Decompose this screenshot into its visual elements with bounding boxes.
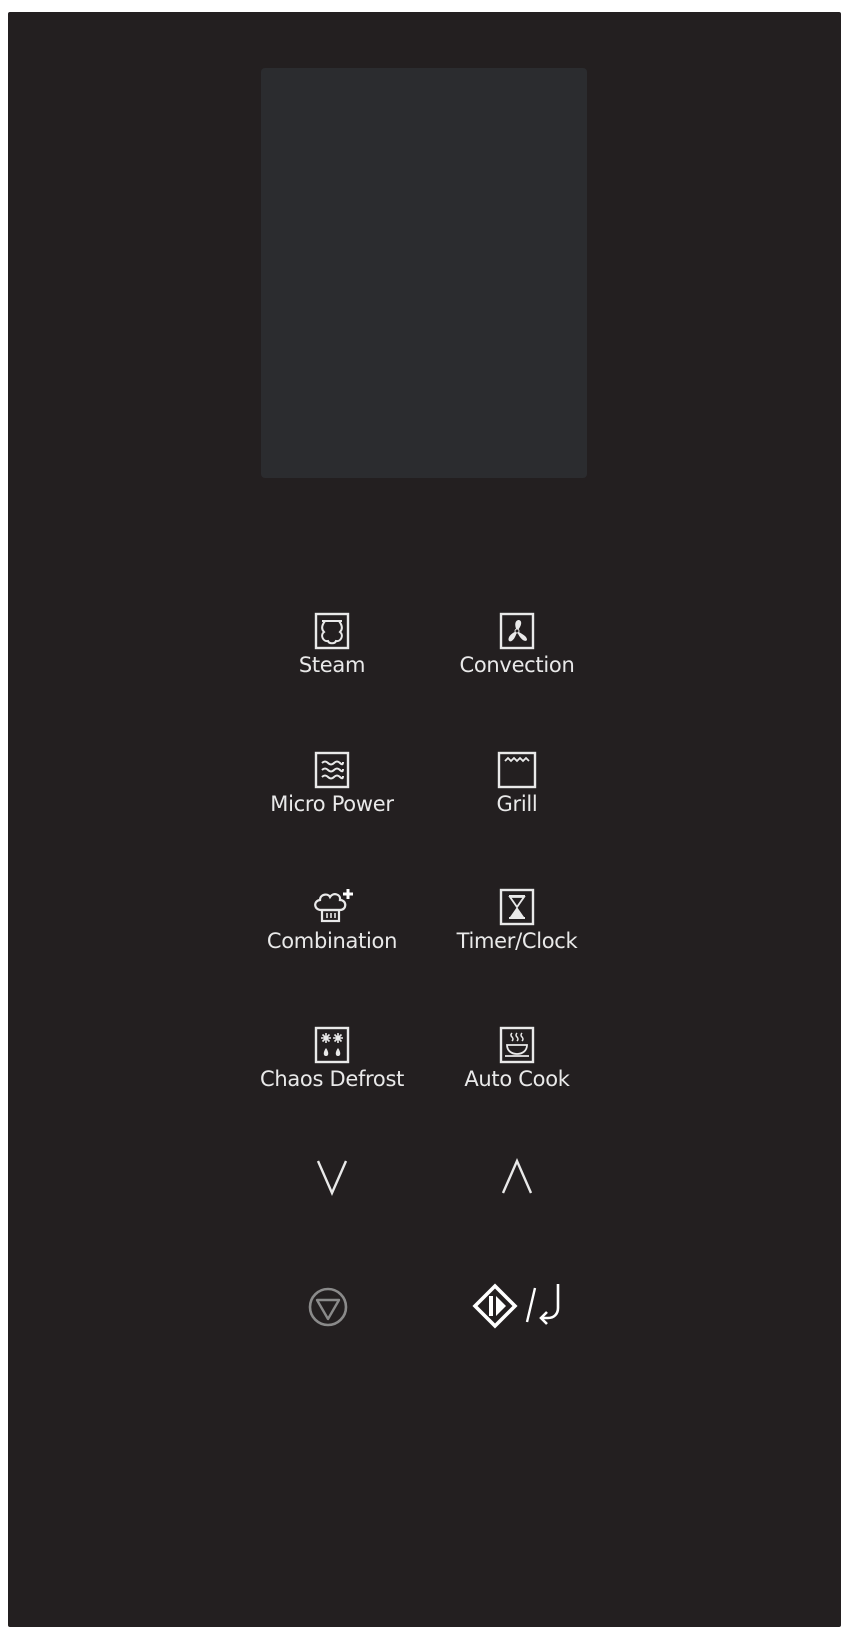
micro-power-label: Micro Power [270,792,394,816]
chaos-defrost-button[interactable]: Chaos Defrost [237,1019,427,1119]
convection-button[interactable]: Convection [422,605,612,705]
control-panel: Steam Convection Micro Power Grill Combi… [8,12,841,1627]
snowflake-drops-icon [314,1026,350,1064]
steam-button[interactable]: Steam [237,605,427,705]
dish-steam-icon [499,1026,535,1064]
steam-icon [314,612,350,650]
auto-cook-button[interactable]: Auto Cook [422,1019,612,1119]
steam-label: Steam [298,653,366,677]
grill-button[interactable]: Grill [422,744,612,844]
hourglass-icon [499,888,535,926]
display-screen [261,68,587,478]
grill-icon [497,751,537,789]
up-button[interactable] [477,1147,557,1207]
micro-power-button[interactable]: Micro Power [237,744,427,844]
chef-hat-plus-icon [314,889,353,923]
convection-label: Convection [459,653,575,677]
down-button[interactable] [292,1147,372,1207]
grill-label: Grill [496,792,538,816]
start-enter-icon [472,1283,560,1329]
auto-cook-label: Auto Cook [464,1067,570,1091]
chevron-up-icon [501,1158,533,1194]
chaos-defrost-label: Chaos Defrost [259,1067,405,1091]
fan-icon [499,612,535,650]
timer-clock-label: Timer/Clock [456,929,578,953]
microwave-waves-icon [314,751,350,789]
timer-clock-button[interactable]: Timer/Clock [422,881,612,981]
chevron-down-icon [316,1160,348,1196]
stop-cancel-icon [308,1287,348,1327]
start-enter-button[interactable] [465,1274,575,1338]
stop-cancel-button[interactable] [298,1277,358,1337]
combination-button[interactable]: Combination [237,881,427,981]
combination-label: Combination [266,929,398,953]
